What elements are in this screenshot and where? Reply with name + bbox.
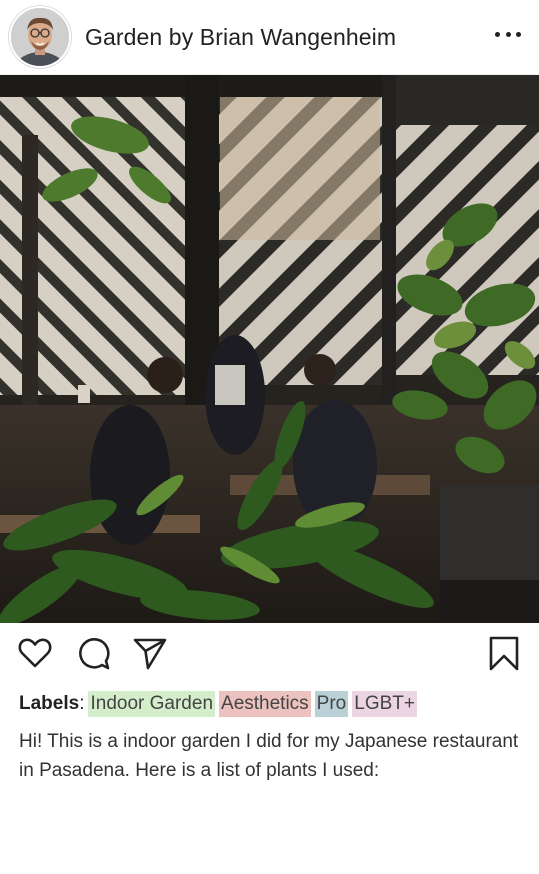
like-button[interactable] — [17, 635, 53, 671]
heart-icon — [18, 638, 52, 668]
comment-button[interactable] — [75, 635, 111, 671]
tag-pro[interactable]: Pro — [314, 691, 349, 717]
ellipsis-dot — [516, 31, 521, 37]
comment-icon — [79, 638, 110, 670]
post-photo[interactable] — [0, 75, 539, 623]
share-button[interactable] — [132, 635, 168, 671]
post-caption: Hi! This is a indoor garden I did for my… — [19, 731, 519, 781]
labels-heading: Labels — [19, 693, 80, 714]
labels-row: Labels: Indoor Garden Aesthetics Pro LGB… — [0, 691, 539, 717]
tag-indoor-garden[interactable]: Indoor Garden — [88, 691, 216, 717]
post-author-title[interactable]: Garden by Brian Wangenheim — [85, 24, 396, 51]
garden-photo-image — [0, 75, 539, 623]
send-icon — [133, 638, 167, 670]
ellipsis-icon — [495, 31, 500, 37]
labels-colon: : — [79, 693, 85, 714]
save-button[interactable] — [486, 635, 522, 671]
post-actions-bar — [0, 623, 539, 681]
avatar[interactable] — [9, 6, 71, 68]
bookmark-icon — [489, 636, 519, 671]
user-avatar — [11, 8, 69, 66]
post-header: Garden by Brian Wangenheim — [0, 0, 539, 75]
tag-aesthetics[interactable]: Aesthetics — [219, 691, 311, 717]
ellipsis-dot — [505, 31, 511, 37]
more-options-button[interactable] — [495, 24, 521, 44]
tag-lgbt[interactable]: LGBT+ — [352, 691, 417, 717]
